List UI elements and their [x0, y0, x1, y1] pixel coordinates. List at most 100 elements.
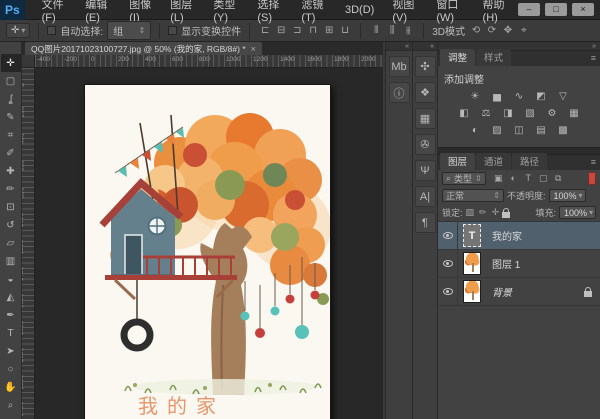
exposure-icon[interactable]: ◩: [534, 90, 549, 102]
pen-tool[interactable]: ✒: [1, 306, 21, 324]
visibility-toggle[interactable]: [438, 250, 458, 277]
layer-thumbnail[interactable]: [463, 280, 481, 303]
align-right-edges-icon[interactable]: ⊐: [290, 25, 304, 36]
opacity-field[interactable]: 100% ▾: [549, 189, 586, 202]
visibility-toggle[interactable]: [438, 278, 458, 305]
menu-item[interactable]: 文件(F): [33, 0, 77, 24]
move-tool[interactable]: ✛: [1, 54, 21, 72]
auto-select-dropdown[interactable]: 组 ⇕: [107, 21, 151, 40]
panel-tab[interactable]: 图层: [440, 153, 475, 170]
panel-tab[interactable]: 通道: [476, 153, 511, 170]
history-brush-tool[interactable]: ↺: [1, 216, 21, 234]
menu-item[interactable]: 窗口(W): [427, 0, 473, 24]
align-bottom-edges-icon[interactable]: ⊔: [338, 25, 352, 36]
eyedropper-tool[interactable]: ✐: [1, 144, 21, 162]
gradient-map-icon[interactable]: ▤: [534, 124, 549, 136]
tab-close-icon[interactable]: ×: [251, 44, 256, 54]
brush-tool[interactable]: ✏: [1, 180, 21, 198]
info-panel-icon[interactable]: ⓘ: [389, 82, 410, 103]
hand-tool[interactable]: ✋: [1, 378, 21, 396]
dock-collapse-arrows[interactable]: «: [386, 42, 412, 51]
minimize-button[interactable]: –: [518, 3, 540, 16]
align-vertical-centers-icon[interactable]: ⊞: [322, 25, 336, 36]
eraser-tool[interactable]: ▱: [1, 234, 21, 252]
distribute-left-icon[interactable]: ⫴: [369, 25, 383, 36]
posterize-icon[interactable]: ▨: [490, 124, 505, 136]
zoom-tool[interactable]: ⌕: [1, 396, 21, 414]
maximize-button[interactable]: □: [545, 3, 567, 16]
path-selection-tool[interactable]: ➤: [1, 342, 21, 360]
clone-source-panel-icon[interactable]: Ψ: [415, 160, 436, 181]
layer-filter-toggle[interactable]: [588, 172, 596, 185]
panel-tab[interactable]: 调整: [440, 49, 475, 66]
photo-filter-icon[interactable]: ▧: [523, 107, 538, 119]
show-transform-checkbox[interactable]: [168, 26, 177, 35]
menu-item[interactable]: 类型(Y): [204, 0, 248, 24]
lock-all-icon[interactable]: [502, 212, 510, 218]
brush-panel-icon[interactable]: ✣: [415, 56, 436, 77]
document-tab[interactable]: QQ图片20171023100727.jpg @ 50% (我的家, RGB/8…: [25, 42, 262, 55]
brightness-contrast-icon[interactable]: ☀: [468, 90, 483, 102]
panel-menu-icon[interactable]: ≡: [591, 53, 596, 63]
3d-scale-icon[interactable]: ⌖: [517, 25, 531, 36]
lock-transparency-icon[interactable]: ▨: [466, 207, 475, 218]
distribute-center-icon[interactable]: ⫼: [385, 25, 399, 36]
align-top-edges-icon[interactable]: ⊓: [306, 25, 320, 36]
clone-stamp-tool[interactable]: ⊡: [1, 198, 21, 216]
healing-brush-tool[interactable]: ✚: [1, 162, 21, 180]
menu-item[interactable]: 选择(S): [248, 0, 292, 24]
levels-icon[interactable]: ▅: [490, 90, 505, 102]
gradient-tool[interactable]: ▥: [1, 252, 21, 270]
swatches-panel-icon[interactable]: ❖: [415, 82, 436, 103]
dodge-tool[interactable]: ◭: [1, 288, 21, 306]
align-horizontal-centers-icon[interactable]: ⊟: [274, 25, 288, 36]
paragraph-panel-icon[interactable]: ¶: [415, 212, 436, 233]
text-layer-thumbnail[interactable]: T: [463, 224, 481, 247]
panel-tab[interactable]: 样式: [476, 49, 511, 66]
menu-item[interactable]: 滤镜(T): [292, 0, 336, 24]
layer-row-image[interactable]: 图层 1: [438, 250, 600, 278]
character-panel-icon[interactable]: A|: [415, 186, 436, 207]
color-lookup-icon[interactable]: ▦: [567, 107, 582, 119]
menu-item[interactable]: 编辑(E): [76, 0, 120, 24]
filter-adjustment-layers-icon[interactable]: ◐: [508, 173, 519, 184]
menu-item[interactable]: 图像(I): [120, 0, 161, 24]
distribute-right-icon[interactable]: ⫵: [401, 25, 415, 36]
fill-field[interactable]: 100% ▾: [559, 206, 596, 219]
color-panel-icon[interactable]: ▦: [415, 108, 436, 129]
type-tool[interactable]: T: [1, 324, 21, 342]
dock-collapse-arrows[interactable]: «: [413, 42, 437, 51]
filter-smart-objects-icon[interactable]: ⧉: [553, 173, 564, 184]
layer-row-text[interactable]: T 我的家: [438, 222, 600, 250]
selective-color-icon[interactable]: ▩: [556, 124, 571, 136]
mini-bridge-panel-icon[interactable]: Mb: [389, 56, 410, 77]
layer-filter-dropdown[interactable]: ⌕ 类型 ⇕: [442, 172, 486, 185]
channel-mixer-icon[interactable]: ⚙: [545, 107, 560, 119]
lock-position-icon[interactable]: ✛: [492, 207, 500, 218]
auto-select-checkbox[interactable]: [47, 26, 56, 35]
lock-pixels-icon[interactable]: ✏: [479, 207, 487, 218]
hue-saturation-icon[interactable]: ◧: [457, 107, 472, 119]
blur-tool[interactable]: ◒: [1, 270, 21, 288]
3d-drag-icon[interactable]: ✥: [501, 25, 515, 36]
layer-row-background[interactable]: 背景: [438, 278, 600, 306]
shape-tool[interactable]: ○: [1, 360, 21, 378]
visibility-toggle[interactable]: [438, 222, 458, 249]
color-balance-icon[interactable]: ⚖: [479, 107, 494, 119]
current-tool-button[interactable]: ✛ ▾: [6, 23, 30, 38]
canvas[interactable]: 我的家: [84, 84, 331, 419]
panel-tab[interactable]: 路径: [512, 153, 547, 170]
layer-thumbnail[interactable]: [463, 252, 481, 275]
blend-mode-dropdown[interactable]: 正常 ⇕: [442, 189, 504, 202]
vibrance-icon[interactable]: ▽: [556, 90, 571, 102]
menu-item[interactable]: 3D(D): [336, 4, 383, 16]
menu-item[interactable]: 视图(V): [383, 0, 427, 24]
menu-item[interactable]: 帮助(H): [474, 0, 518, 24]
threshold-icon[interactable]: ◫: [512, 124, 527, 136]
panel-menu-icon[interactable]: ≡: [591, 157, 596, 167]
3d-roll-icon[interactable]: ⟳: [485, 25, 499, 36]
filter-pixel-layers-icon[interactable]: ▣: [493, 173, 504, 184]
close-button[interactable]: ×: [572, 3, 594, 16]
menu-item[interactable]: 图层(L): [161, 0, 204, 24]
tool-presets-panel-icon[interactable]: ✇: [415, 134, 436, 155]
